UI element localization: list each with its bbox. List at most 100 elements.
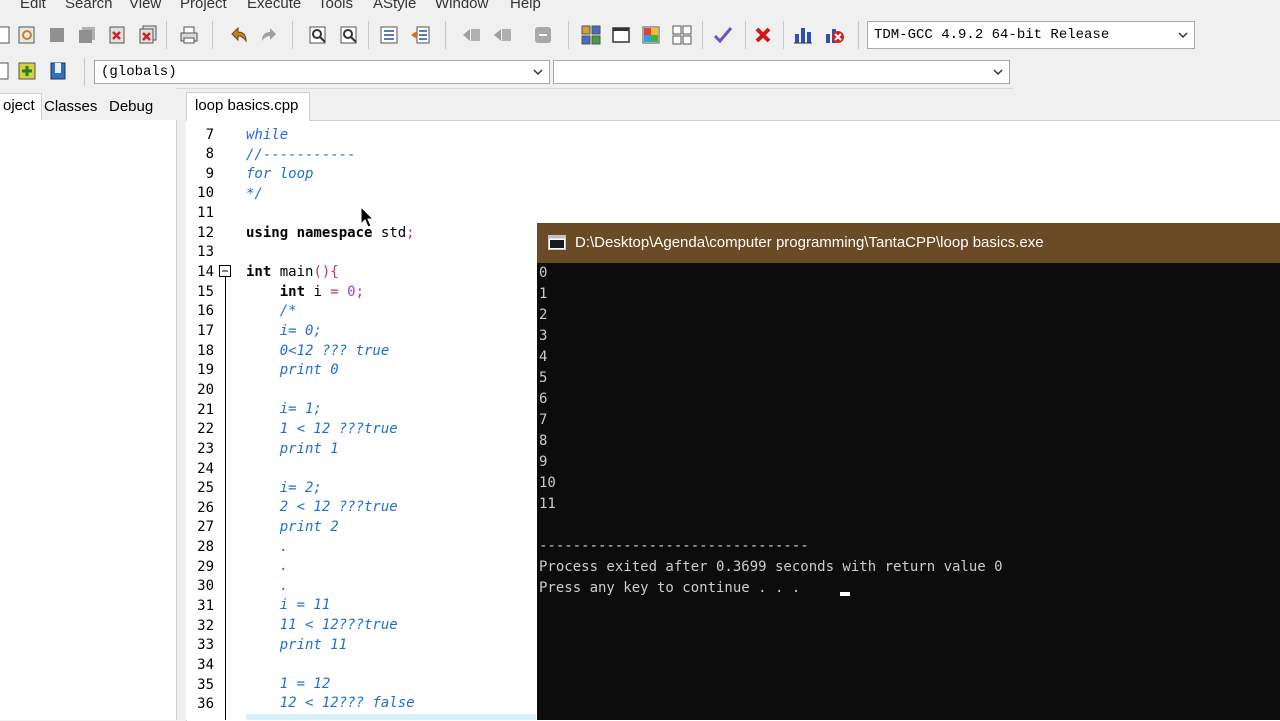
line-number: 35: [197, 677, 214, 693]
window-icon[interactable]: [610, 24, 632, 46]
chevron-down-icon: [993, 69, 1003, 76]
indent-icon[interactable]: [378, 24, 400, 46]
file-tab[interactable]: loop basics.cpp: [186, 92, 310, 121]
new-file-icon[interactable]: [0, 24, 14, 46]
save-all-icon[interactable]: [76, 24, 98, 46]
menu-help[interactable]: Help: [510, 0, 541, 12]
goto-prev-icon[interactable]: [461, 24, 483, 46]
line-number: 30: [197, 578, 214, 594]
toggle-bookmark-icon[interactable]: [47, 60, 69, 82]
code-line: //-----------: [246, 146, 356, 165]
open-project-icon[interactable]: [16, 24, 38, 46]
line-number: 14: [197, 264, 214, 280]
project-tree-panel: [0, 120, 177, 720]
code-token: 1 < 12 ???true: [246, 421, 398, 437]
tab-debug[interactable]: Debug: [103, 95, 159, 121]
console-cursor: [840, 592, 850, 596]
console-window[interactable]: [537, 223, 1280, 720]
fold-line: [225, 277, 226, 720]
menu-execute[interactable]: Execute: [247, 0, 301, 12]
tab-classes[interactable]: Classes: [38, 95, 103, 121]
unindent-icon[interactable]: [409, 24, 431, 46]
line-number: 19: [197, 362, 214, 378]
menu-search[interactable]: Search: [65, 0, 113, 12]
line-number: 29: [197, 559, 214, 575]
code-line: 12 < 12??? false: [246, 694, 415, 713]
compiler-select-value: TDM-GCC 4.9.2 64-bit Release: [874, 27, 1110, 43]
redo-icon[interactable]: [258, 24, 280, 46]
code-token: ;: [355, 284, 365, 300]
secondary-toolbar: (globals): [0, 56, 1013, 89]
fold-toggle-icon[interactable]: [219, 265, 231, 277]
save-icon[interactable]: [46, 24, 68, 46]
close-all-icon[interactable]: [137, 24, 159, 46]
delete-profile-icon[interactable]: [823, 24, 845, 46]
menu-tools[interactable]: Tools: [318, 0, 353, 12]
code-token: 2 < 12 ???true: [246, 499, 398, 515]
code-token: 12 < 12??? false: [246, 695, 415, 711]
scope-select-value: (globals): [101, 64, 177, 80]
menu-bar: Edit Search View Project Execute Tools A…: [0, 0, 1280, 14]
chevron-down-icon: [1178, 32, 1188, 39]
line-number: 17: [197, 323, 214, 339]
tab-project[interactable]: oject: [0, 93, 42, 121]
compiler-select[interactable]: TDM-GCC 4.9.2 64-bit Release: [867, 21, 1195, 49]
code-line: 11 < 12???true: [246, 616, 398, 635]
line-number: 28: [197, 539, 214, 555]
code-line: .: [246, 538, 288, 557]
code-token: 0<12 ??? true: [246, 343, 390, 359]
mouse-pointer-icon: [360, 205, 376, 230]
menu-window[interactable]: Window: [435, 0, 488, 12]
line-number: 33: [197, 637, 214, 653]
code-line: using namespace std;: [246, 224, 415, 243]
line-number: 32: [197, 618, 214, 634]
tiles-icon[interactable]: [671, 24, 693, 46]
menu-astyle[interactable]: AStyle: [373, 0, 416, 12]
menu-project[interactable]: Project: [180, 0, 227, 12]
code-token: /*: [246, 303, 297, 319]
line-number: 31: [197, 598, 214, 614]
console-output-line: 8: [539, 433, 548, 449]
class-browser-icon[interactable]: [0, 60, 12, 82]
check-syntax-icon[interactable]: [712, 24, 734, 46]
scope-select[interactable]: (globals): [94, 60, 550, 84]
stop-execution-icon[interactable]: [752, 24, 774, 46]
line-number: 21: [197, 402, 214, 418]
line-number: 25: [197, 480, 214, 496]
code-token: main: [279, 264, 314, 280]
print-icon[interactable]: [178, 24, 200, 46]
color-grid-icon[interactable]: [640, 24, 662, 46]
undo-icon[interactable]: [228, 24, 250, 46]
code-token: (){: [313, 264, 339, 280]
code-line: i = 11: [246, 596, 331, 615]
current-line-highlight: [246, 714, 536, 720]
code-token: for loop: [246, 166, 314, 182]
replace-icon[interactable]: [338, 24, 360, 46]
insert-icon[interactable]: [16, 60, 38, 82]
line-number: 27: [197, 519, 214, 535]
menu-view[interactable]: View: [129, 0, 161, 12]
code-line: 2 < 12 ???true: [246, 498, 398, 517]
code-token: i= 2;: [246, 480, 322, 496]
line-number: 26: [197, 500, 214, 516]
code-token: int: [246, 264, 280, 280]
close-file-icon[interactable]: [106, 24, 128, 46]
function-select[interactable]: [553, 60, 1010, 84]
code-token: print 11: [246, 637, 348, 653]
code-token: i: [313, 284, 331, 300]
console-output-line: 10: [539, 475, 556, 491]
code-line: 1 < 12 ???true: [246, 420, 398, 439]
menu-edit[interactable]: Edit: [20, 0, 46, 12]
goto-next-icon[interactable]: [492, 24, 514, 46]
main-toolbar: TDM-GCC 4.9.2 64-bit Release: [0, 14, 1200, 56]
code-line: 1 = 12: [246, 675, 331, 694]
project-manager-icon[interactable]: [580, 24, 602, 46]
line-number: 11: [197, 205, 214, 221]
line-number: 9: [205, 166, 214, 182]
line-number: 22: [197, 421, 214, 437]
bookmark-icon[interactable]: [532, 24, 554, 46]
console-output-line: 4: [539, 349, 548, 365]
code-token: while: [246, 127, 289, 143]
find-icon[interactable]: [307, 24, 329, 46]
profile-chart-icon[interactable]: [792, 24, 814, 46]
